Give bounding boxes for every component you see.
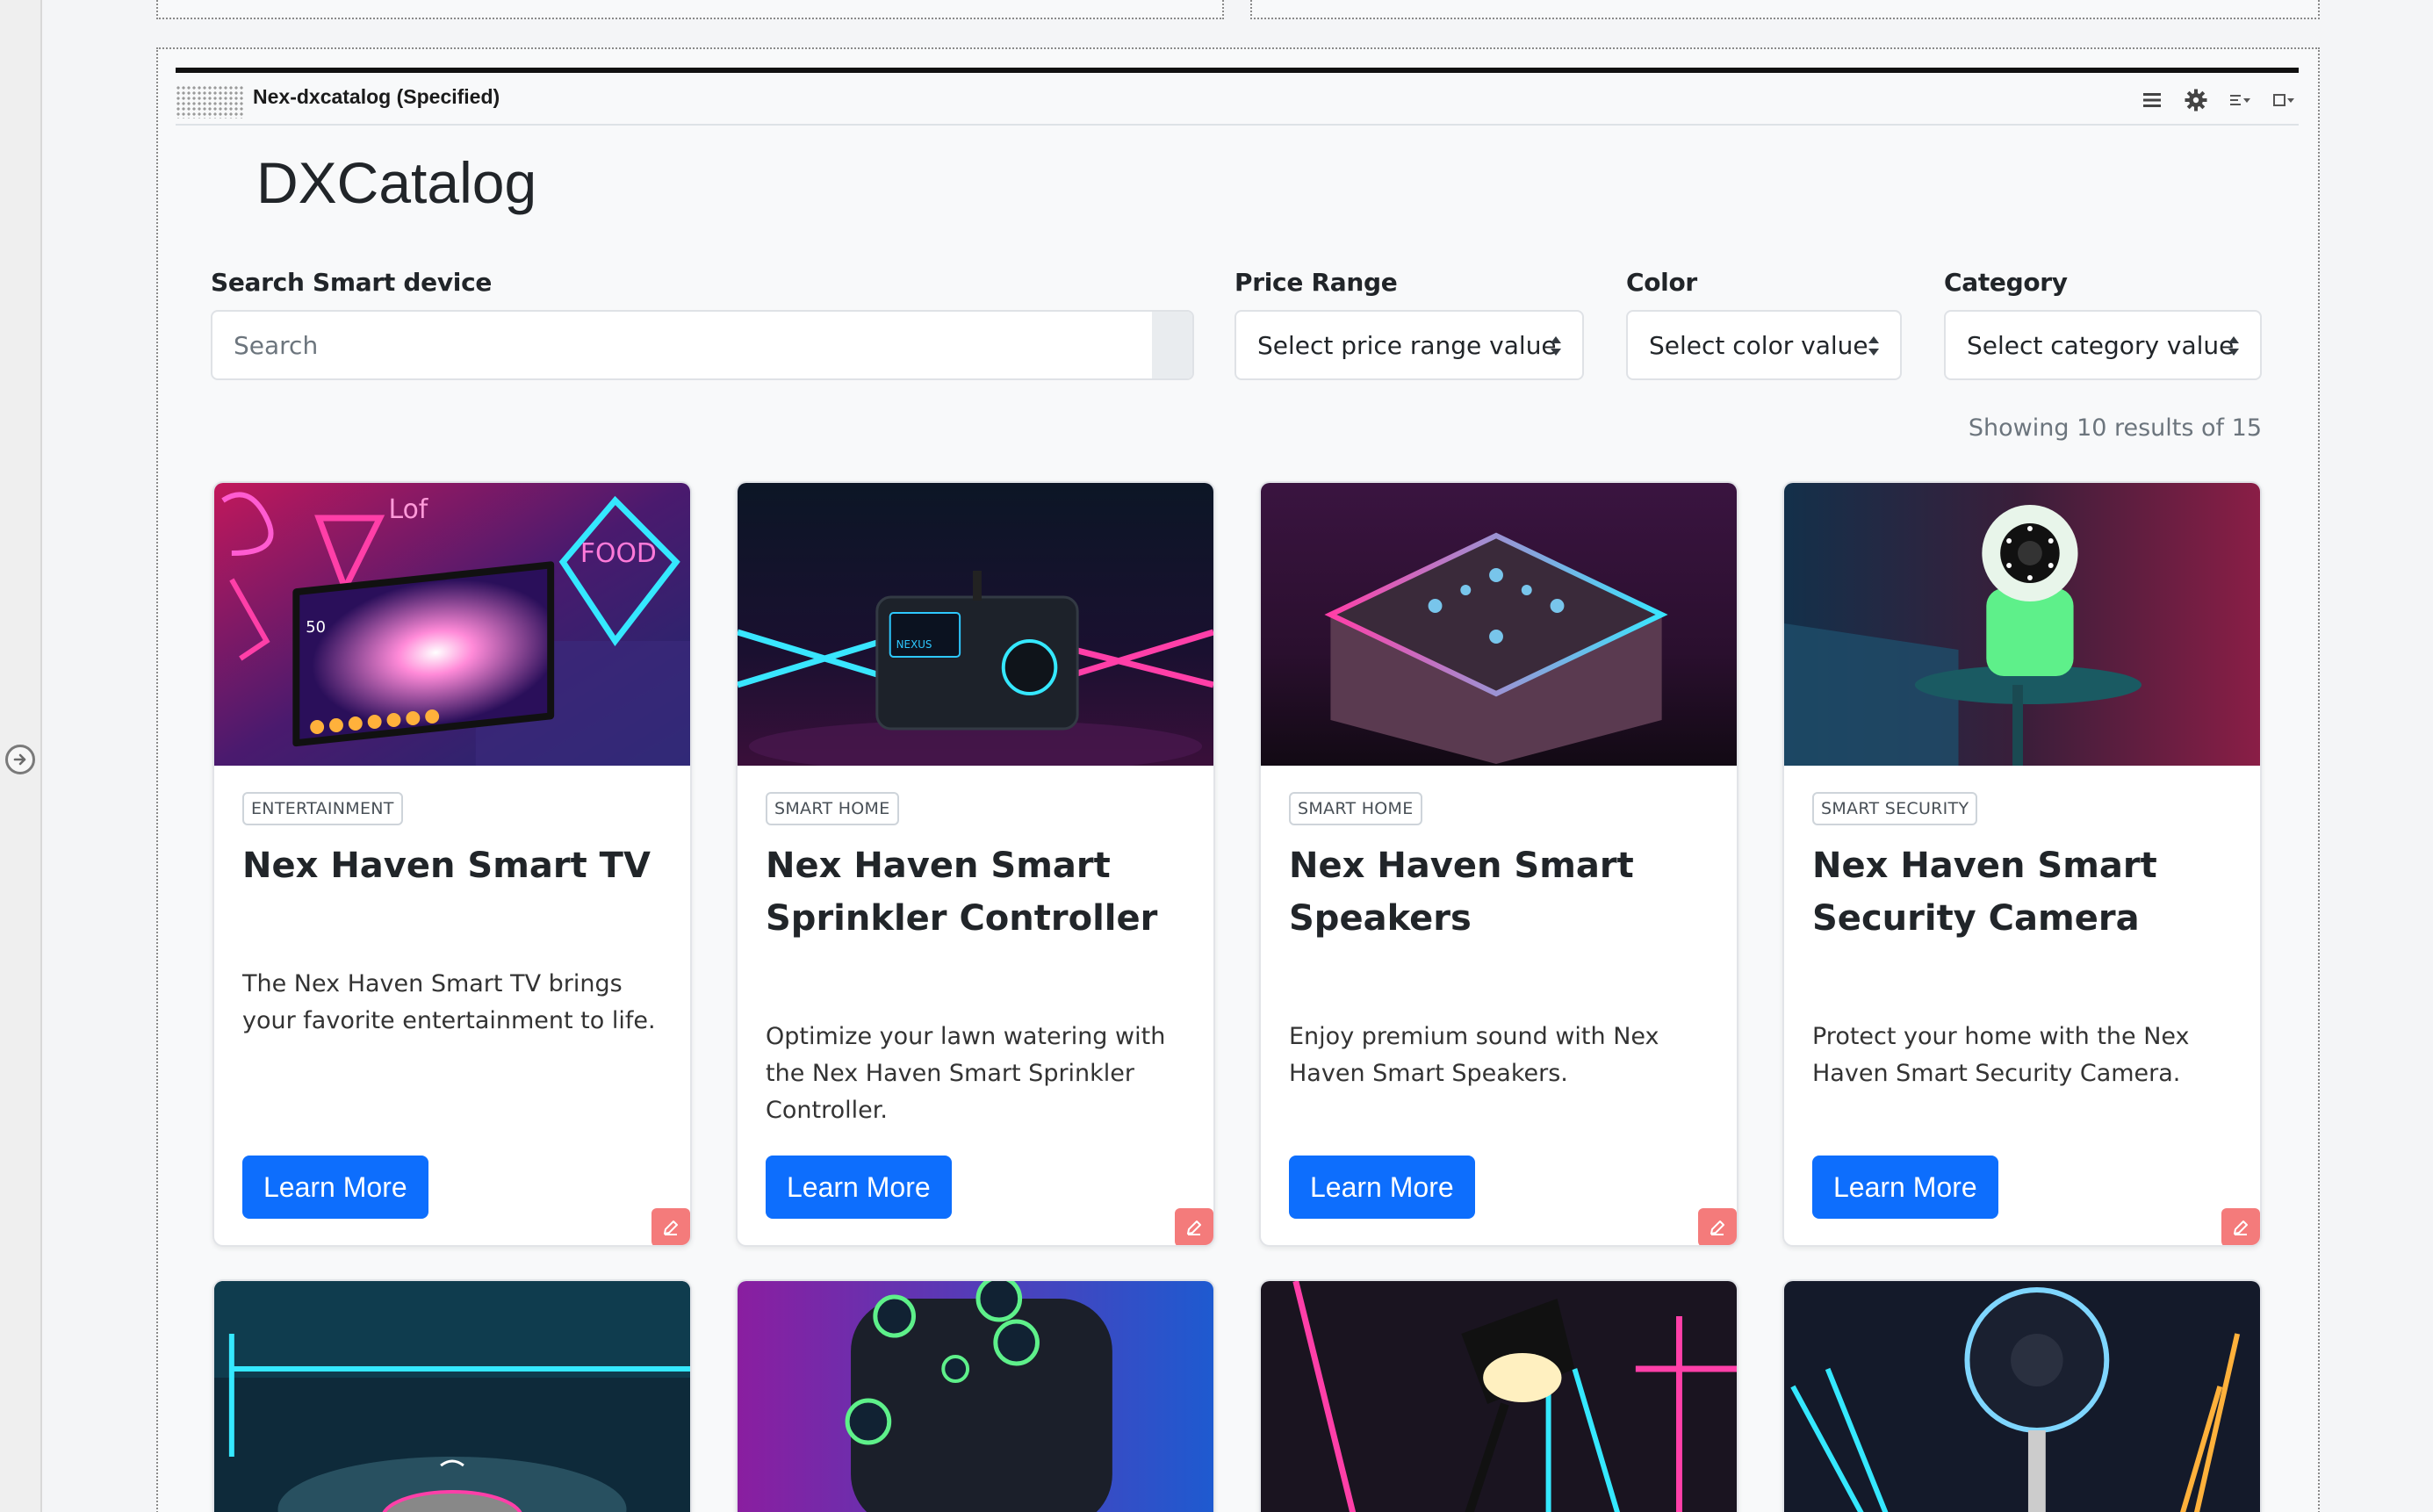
search-input[interactable] — [212, 312, 1152, 378]
product-card: SMART HOME Nex Haven Smart Speakers Enjo… — [1259, 481, 1738, 1247]
product-card: NEXUS SMART HOME Nex Haven Smart Sprinkl… — [736, 481, 1215, 1247]
portlet-above-left — [156, 0, 1224, 19]
product-title: Nex Haven Smart TV — [242, 846, 651, 886]
color-value: Select color value — [1649, 330, 1868, 360]
svg-text:50: 50 — [306, 618, 326, 637]
price-range-value: Select price range value — [1257, 330, 1557, 360]
product-image[interactable]: FOOD Lof 50 — [214, 483, 690, 766]
edit-icon[interactable] — [651, 1208, 690, 1245]
product-card — [1259, 1279, 1738, 1512]
product-card: SMART SECURITY Nex Haven Smart Security … — [1782, 481, 2262, 1247]
edit-icon[interactable] — [1698, 1208, 1737, 1245]
drag-handle-icon[interactable] — [176, 85, 244, 119]
product-image[interactable] — [1261, 483, 1737, 766]
product-image[interactable] — [1784, 1281, 2260, 1512]
portlet-toolbar — [2137, 85, 2299, 115]
color-label: Color — [1626, 268, 1697, 297]
portlet-header: Nex-dxcatalog (Specified) — [176, 68, 2299, 126]
product-card — [736, 1279, 1215, 1512]
product-title: Nex Haven Smart Security Camera — [1812, 846, 2157, 939]
left-rail — [0, 0, 42, 1512]
edit-icon[interactable] — [2221, 1208, 2260, 1245]
expand-rail-icon[interactable] — [5, 745, 35, 774]
learn-more-button[interactable]: Learn More — [242, 1156, 428, 1219]
select-arrows-icon — [1868, 336, 1879, 356]
category-label: Category — [1944, 268, 2068, 297]
product-title: Nex Haven Smart Sprinkler Controller — [766, 846, 1158, 939]
product-image[interactable] — [738, 1281, 1213, 1512]
product-card — [1782, 1279, 2262, 1512]
category-value: Select category value — [1967, 330, 2235, 360]
product-description: Protect your home with the Nex Haven Sma… — [1812, 1023, 2190, 1087]
learn-more-button[interactable]: Learn More — [1289, 1156, 1475, 1219]
portlet-title: Nex-dxcatalog (Specified) — [253, 85, 500, 108]
product-card: FOOD Lof 50 ENTERTAINMENT Nex Haven Smar… — [212, 481, 692, 1247]
product-description: The Nex Haven Smart TV brings your favor… — [242, 970, 656, 1034]
layout-icon[interactable] — [2225, 85, 2255, 115]
svg-text:NEXUS: NEXUS — [896, 638, 932, 651]
product-card — [212, 1279, 692, 1512]
product-image[interactable] — [214, 1281, 690, 1512]
learn-more-button[interactable]: Learn More — [766, 1156, 952, 1219]
product-image[interactable]: NEXUS — [738, 483, 1213, 766]
category-select[interactable]: Select category value — [1944, 310, 2262, 380]
price-range-label: Price Range — [1234, 268, 1398, 297]
price-range-select[interactable]: Select price range value — [1234, 310, 1584, 380]
product-description: Enjoy premium sound with Nex Haven Smart… — [1289, 1023, 1659, 1087]
menu-icon[interactable] — [2137, 85, 2167, 115]
product-image[interactable] — [1261, 1281, 1737, 1512]
select-arrows-icon — [1551, 336, 1561, 356]
edit-icon[interactable] — [1175, 1208, 1213, 1245]
page-title: DXCatalog — [256, 150, 537, 215]
page: Nex-dxcatalog (Specified) DXCatalog Sear… — [0, 0, 2433, 1512]
search-label: Search Smart device — [211, 268, 493, 297]
product-description: Optimize your lawn watering with the Nex… — [766, 1023, 1166, 1124]
window-icon[interactable] — [2269, 85, 2299, 115]
color-select[interactable]: Select color value — [1626, 310, 1902, 380]
product-title: Nex Haven Smart Speakers — [1289, 846, 1634, 939]
product-image[interactable] — [1784, 483, 2260, 766]
search-addon[interactable] — [1152, 312, 1192, 378]
svg-text:Lof: Lof — [389, 494, 429, 525]
svg-text:FOOD: FOOD — [580, 538, 657, 569]
portlet-above-right — [1250, 0, 2320, 19]
learn-more-button[interactable]: Learn More — [1812, 1156, 1998, 1219]
select-arrows-icon — [2228, 336, 2239, 356]
search-box — [211, 310, 1194, 380]
results-count: Showing 10 results of 15 — [1968, 414, 2262, 442]
gear-icon[interactable] — [2181, 85, 2211, 115]
